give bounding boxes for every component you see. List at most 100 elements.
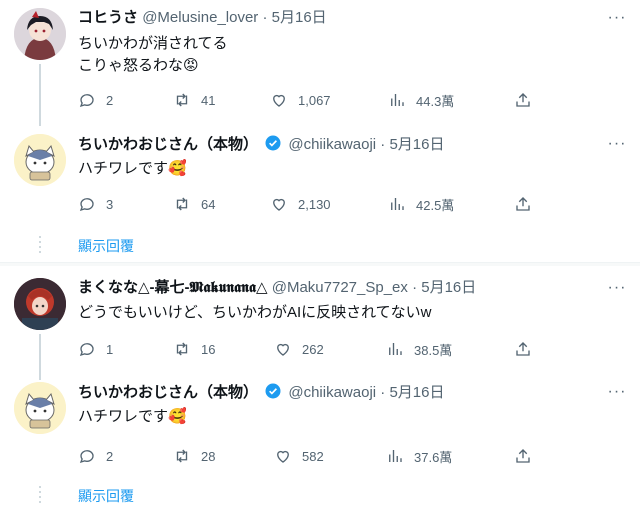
like-button[interactable]: 2,130 <box>270 193 331 215</box>
tweet-actions: 3 64 2,130 42.5萬 <box>78 193 538 215</box>
reply-icon <box>79 94 94 108</box>
reply-button[interactable]: 3 <box>78 193 113 215</box>
avatar-red-hair-character-icon <box>14 278 66 330</box>
reply-button[interactable]: 1 <box>78 338 113 360</box>
display-name[interactable]: ちいかわおじさん（本物） <box>78 384 258 401</box>
tweet-text-line: こりゃ怒るわな😡 <box>78 57 199 74</box>
more-replies-dots <box>39 236 41 256</box>
reply-count: 3 <box>106 196 114 212</box>
more-options-button[interactable]: ··· <box>606 382 628 402</box>
views-button[interactable]: 37.6萬 <box>386 445 452 467</box>
tweet-header: まくなな△-幕七-𝕸𝖆𝖐𝖚𝖓𝖆𝖓𝖆△ @Maku7727_Sp_ex · 5月1… <box>78 278 476 298</box>
share-icon <box>516 197 530 211</box>
reply-icon <box>79 198 94 212</box>
separator-dot: · <box>380 136 386 153</box>
views-chart-icon <box>391 198 404 210</box>
tweet-text: ちいかわが消されてる こりゃ怒るわな😡 <box>78 33 228 77</box>
share-button[interactable] <box>514 89 532 111</box>
like-count: 2,130 <box>298 196 331 212</box>
views-chart-icon <box>389 343 402 355</box>
share-button[interactable] <box>514 338 532 360</box>
retweet-icon <box>176 449 188 463</box>
retweet-button[interactable]: 41 <box>173 89 215 111</box>
tweet-header: コヒうさ @Melusine_lover · 5月16日 <box>78 8 327 28</box>
reply-button[interactable]: 2 <box>78 89 113 111</box>
like-button[interactable]: 262 <box>274 338 324 360</box>
thread-1: コヒうさ @Melusine_lover · 5月16日 ··· ちいかわが消さ… <box>0 0 640 262</box>
more-options-button[interactable]: ··· <box>606 134 628 154</box>
reply-count: 1 <box>106 341 114 357</box>
separator-dot: · <box>412 279 418 296</box>
retweet-count: 64 <box>201 196 216 212</box>
tweet-header: ちいかわおじさん（本物） @chiikawaoji · 5月16日 <box>78 382 445 402</box>
avatar-hachiware-icon <box>14 382 66 434</box>
views-button[interactable]: 42.5萬 <box>388 193 454 215</box>
display-name[interactable]: まくなな△-幕七-𝕸𝖆𝖐𝖚𝖓𝖆𝖓𝖆△ <box>78 279 268 296</box>
avatar[interactable] <box>14 382 66 434</box>
avatar-hachiware-icon <box>14 134 66 186</box>
reply-tweet[interactable]: ちいかわおじさん（本物） @chiikawaoji · 5月16日 ··· ハチ… <box>0 370 640 480</box>
tweet-text-line: ちいかわが消されてる <box>78 35 228 52</box>
verified-badge-icon <box>265 135 281 151</box>
like-count: 262 <box>302 341 324 357</box>
views-chart-icon <box>391 94 404 106</box>
avatar[interactable] <box>14 278 66 330</box>
heart-icon <box>277 450 289 463</box>
separator-dot: · <box>380 384 386 401</box>
user-handle[interactable]: @Maku7727_Sp_ex <box>272 279 408 296</box>
user-handle[interactable]: @chiikawaoji <box>288 384 376 401</box>
views-count: 44.3萬 <box>416 93 455 109</box>
like-button[interactable]: 582 <box>274 445 324 467</box>
tweet[interactable]: コヒうさ @Melusine_lover · 5月16日 ··· ちいかわが消さ… <box>0 0 640 126</box>
more-options-button[interactable]: ··· <box>606 278 628 298</box>
tweet-actions: 2 41 1,067 44.3萬 <box>78 89 538 111</box>
views-button[interactable]: 44.3萬 <box>388 89 454 111</box>
post-date[interactable]: 5月16日 <box>389 384 444 401</box>
display-name[interactable]: コヒうさ <box>78 9 138 26</box>
retweet-button[interactable]: 64 <box>173 193 215 215</box>
reply-icon <box>79 450 94 464</box>
retweet-icon <box>176 197 188 211</box>
post-date[interactable]: 5月16日 <box>389 136 444 153</box>
verified-badge-icon <box>265 383 281 399</box>
tweet-header: ちいかわおじさん（本物） @chiikawaoji · 5月16日 <box>78 134 445 154</box>
post-date[interactable]: 5月16日 <box>421 279 476 296</box>
more-options-button[interactable]: ··· <box>606 8 628 28</box>
views-chart-icon <box>389 450 402 462</box>
reply-icon <box>79 343 94 357</box>
tweet-text: ハチワレです🥰 <box>78 406 187 428</box>
post-date[interactable]: 5月16日 <box>272 9 327 26</box>
user-handle[interactable]: @Melusine_lover <box>142 9 258 26</box>
avatar[interactable] <box>14 8 66 60</box>
views-button[interactable]: 38.5萬 <box>386 338 452 360</box>
retweet-icon <box>176 93 188 107</box>
share-icon <box>516 449 530 463</box>
share-button[interactable] <box>514 193 532 215</box>
show-replies-link[interactable]: 顯示回覆 <box>78 236 134 256</box>
show-replies-link[interactable]: 顯示回覆 <box>78 486 134 506</box>
avatar-anime-girl-icon <box>14 8 66 60</box>
retweet-button[interactable]: 16 <box>173 338 215 360</box>
reply-count: 2 <box>106 92 114 108</box>
tweet-text: ハチワレです🥰 <box>78 158 187 180</box>
thread-2: まくなな△-幕七-𝕸𝖆𝖐𝖚𝖓𝖆𝖓𝖆△ @Maku7727_Sp_ex · 5月1… <box>0 266 640 523</box>
views-count: 38.5萬 <box>414 342 453 358</box>
tweet-text-line: ハチワレです🥰 <box>78 160 187 177</box>
retweet-button[interactable]: 28 <box>173 445 215 467</box>
heart-icon <box>273 198 285 211</box>
tweet[interactable]: まくなな△-幕七-𝕸𝖆𝖐𝖚𝖓𝖆𝖓𝖆△ @Maku7727_Sp_ex · 5月1… <box>0 266 640 380</box>
like-button[interactable]: 1,067 <box>270 89 331 111</box>
separator-dot: · <box>262 9 268 26</box>
share-button[interactable] <box>514 445 532 467</box>
reply-tweet[interactable]: ちいかわおじさん（本物） @chiikawaoji · 5月16日 ··· ハチ… <box>0 118 640 228</box>
retweet-count: 16 <box>201 341 216 357</box>
reply-button[interactable]: 2 <box>78 445 113 467</box>
retweet-count: 28 <box>201 448 216 464</box>
display-name[interactable]: ちいかわおじさん（本物） <box>78 136 258 153</box>
avatar[interactable] <box>14 134 66 186</box>
user-handle[interactable]: @chiikawaoji <box>288 136 376 153</box>
retweet-count: 41 <box>201 92 216 108</box>
more-replies-dots <box>39 486 41 506</box>
heart-icon <box>273 94 285 107</box>
thread-connector <box>39 64 41 126</box>
